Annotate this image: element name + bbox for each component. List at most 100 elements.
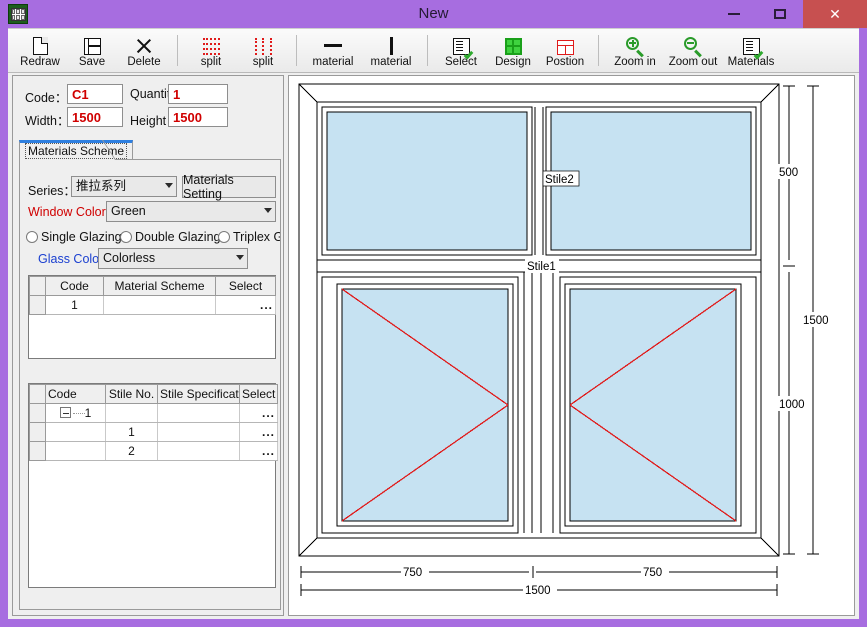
table-row[interactable]: 2 ...	[29, 441, 278, 461]
cell-code: 1	[45, 295, 104, 315]
radio-dot-icon	[120, 231, 132, 243]
height-field[interactable]: 1500	[168, 107, 228, 127]
radio-dot-icon	[26, 231, 38, 243]
cell-select-ellipsis-button[interactable]: ...	[239, 422, 278, 442]
toolbar-button-zoom-in[interactable]: Zoom in	[606, 29, 664, 72]
row-gutter	[29, 403, 46, 423]
toolbar-label: split	[200, 55, 222, 68]
series-value: 推拉系列	[76, 179, 127, 193]
cell-select-ellipsis-button[interactable]: ...	[239, 403, 278, 423]
bottom-right-glass	[569, 288, 737, 522]
dim-label-1500-vertical: 1500	[803, 315, 829, 327]
toolbar-button-postion[interactable]: Postion	[539, 29, 591, 72]
label-stile1: Stile1	[527, 261, 556, 273]
x-cross-icon	[135, 34, 153, 55]
quantity-field[interactable]: 1	[168, 84, 228, 104]
glass-color-label: Glass Color	[38, 252, 104, 266]
minimize-icon	[728, 13, 740, 15]
cell-stile-no	[105, 403, 158, 423]
series-dropdown[interactable]: 推拉系列	[71, 176, 177, 197]
table-row[interactable]: 1 ...	[29, 295, 276, 315]
materials-setting-button[interactable]: Materials Setting	[182, 173, 276, 201]
toolbar-button-delete[interactable]: Delete	[118, 29, 170, 72]
tree-collapse-icon[interactable]	[59, 407, 71, 418]
width-label: Width：	[25, 114, 70, 128]
toolbar-separator	[296, 35, 297, 66]
toolbar-button-design[interactable]: Design	[487, 29, 539, 72]
toolbar-button-material-horizontal[interactable]: material	[304, 29, 362, 72]
toolbar-button-zoom-out[interactable]: Zoom out	[664, 29, 722, 72]
radio-single-glazing[interactable]: Single Glazing	[26, 230, 122, 244]
vertical-bar-icon	[389, 34, 393, 55]
row-gutter	[29, 422, 46, 442]
toolbar-button-materials[interactable]: Materials	[722, 29, 780, 72]
client-area: Redraw Save Delete split split material …	[8, 28, 859, 619]
code-label: Code：	[25, 91, 68, 105]
toolbar-button-save[interactable]: Save	[66, 29, 118, 72]
column-header-select: Select	[215, 276, 276, 296]
top-left-glass	[326, 111, 528, 251]
table-row[interactable]: 1 ...	[29, 422, 278, 442]
material-scheme-table: Code Material Scheme Select 1 ...	[29, 276, 276, 315]
title-bar: New ✕	[0, 0, 867, 28]
radio-triplex-glass[interactable]: Triplex Glass	[218, 230, 280, 244]
top-right-glass	[550, 111, 752, 251]
dim-label-1000: 1000	[779, 399, 805, 411]
cell-select-ellipsis-button[interactable]: ...	[215, 295, 276, 315]
magnifier-minus-icon	[684, 34, 702, 57]
bottom-left-glass	[341, 288, 509, 522]
toolbar-label: Select	[445, 55, 477, 68]
item-form: Code： C1 Quantity 1 Width： 1500 Height： …	[13, 76, 283, 136]
material-scheme-grid[interactable]: Code Material Scheme Select 1 ...	[28, 275, 276, 359]
toolbar-label: Delete	[127, 55, 161, 68]
grid-check-icon	[452, 34, 473, 60]
table-row[interactable]: 1 ...	[29, 403, 278, 423]
dim-label-750-left: 750	[403, 567, 422, 579]
column-header-material-scheme: Material Scheme	[103, 276, 216, 296]
column-header-stile-specification: Stile Specificati...	[157, 384, 240, 404]
toolbar-button-redraw[interactable]: Redraw	[14, 29, 66, 72]
code-field[interactable]: C1	[67, 84, 123, 104]
radio-double-glazing[interactable]: Double Glazing	[120, 230, 220, 244]
toolbar-separator	[598, 35, 599, 66]
label-stile2: Stile2	[545, 174, 574, 186]
cell-code[interactable]: 1	[45, 403, 106, 423]
toolbar-separator	[177, 35, 178, 66]
minimize-button[interactable]	[711, 0, 757, 28]
glass-color-value: Colorless	[103, 251, 156, 265]
toolbar-button-split-horizontal[interactable]: split	[185, 29, 237, 72]
maximize-icon	[774, 9, 786, 19]
dim-label-1500-horizontal: 1500	[525, 585, 551, 597]
column-header-gutter	[29, 384, 46, 404]
window-drawing-canvas[interactable]: 500 1000 1500 750 750 1500 Stile2 Stile1	[288, 75, 855, 616]
toolbar-label: material	[312, 55, 354, 68]
toolbar-label: Zoom out	[668, 55, 718, 68]
chevron-down-icon	[264, 208, 272, 213]
cell-stile-spec	[157, 403, 240, 423]
width-field[interactable]: 1500	[67, 107, 123, 127]
series-label: Series：	[28, 184, 76, 198]
tab-slant	[115, 140, 131, 160]
radio-label: Single Glazing	[41, 230, 122, 244]
maximize-button[interactable]	[757, 0, 803, 28]
tree-line	[72, 413, 85, 414]
toolbar-button-select[interactable]: Select	[435, 29, 487, 72]
horizontal-bar-icon	[324, 34, 342, 55]
floppy-disk-icon	[83, 34, 101, 55]
glass-color-dropdown[interactable]: Colorless	[98, 248, 248, 269]
toolbar-button-material-vertical[interactable]: material	[362, 29, 420, 72]
toolbar-button-split-vertical[interactable]: split	[237, 29, 289, 72]
horizontal-split-icon	[202, 34, 220, 55]
stile-grid[interactable]: Code Stile No. Stile Specificati... Sele…	[28, 383, 278, 588]
close-button[interactable]: ✕	[803, 0, 867, 28]
cell-stile-spec	[157, 422, 240, 442]
position-frame-icon	[556, 34, 574, 55]
column-header-select: Select	[239, 384, 278, 404]
window-color-dropdown[interactable]: Green	[106, 201, 276, 222]
window-color-label: Window Color	[28, 205, 106, 219]
toolbar-label: Materials	[727, 55, 775, 68]
cell-stile-no: 1	[105, 422, 158, 442]
stile-table: Code Stile No. Stile Specificati... Sele…	[29, 384, 278, 461]
toolbar-label: Postion	[545, 55, 585, 68]
cell-select-ellipsis-button[interactable]: ...	[239, 441, 278, 461]
